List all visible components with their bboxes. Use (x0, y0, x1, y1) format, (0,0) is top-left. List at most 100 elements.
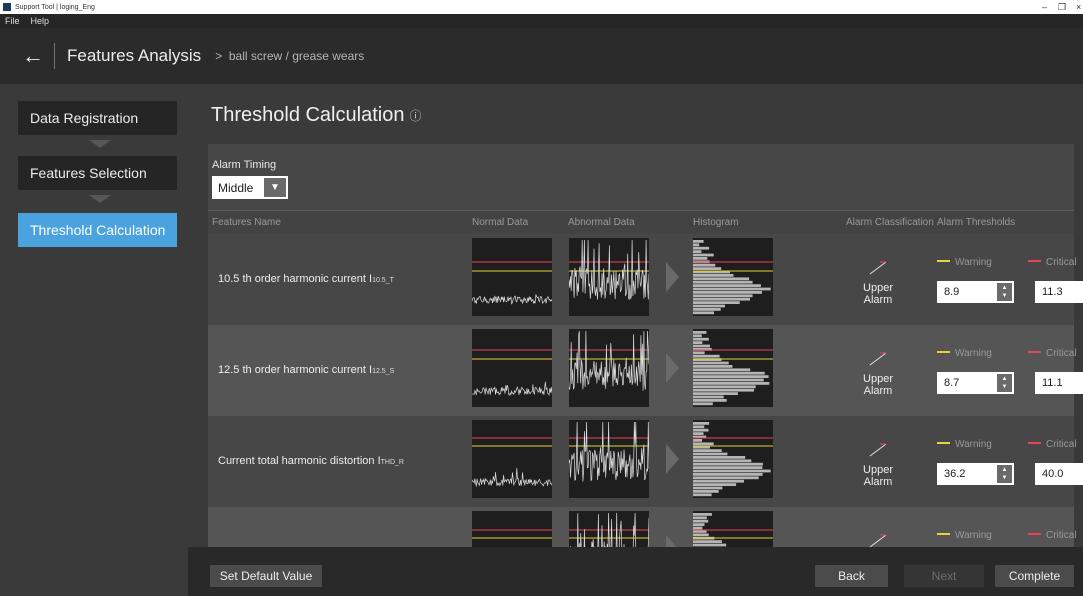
critical-label: Critical (1046, 348, 1077, 359)
feature-name: Current total harmonic distortion ITHD_R (218, 455, 404, 467)
critical-legend: Critical (1028, 439, 1077, 450)
step-data-registration[interactable]: Data Registration (18, 101, 177, 135)
col-alarm-classification: Alarm Classification (846, 217, 934, 228)
next-button: Next (904, 565, 984, 587)
histogram-chart (693, 238, 773, 316)
warning-label: Warning (955, 257, 992, 268)
alarm-classification-label: Upper Alarm (863, 464, 893, 488)
spinner-icon[interactable]: ▲ ▼ (997, 465, 1012, 483)
normal-data-chart (472, 420, 552, 498)
warning-swatch (937, 533, 950, 536)
alarm-classification: Upper Alarm (848, 442, 908, 488)
normal-data-chart (472, 329, 552, 407)
alarm-classification: Upper Alarm (848, 260, 908, 306)
arrow-right-icon (666, 353, 679, 383)
feature-name: 12.5 th order harmonic current I12.5_S (218, 364, 394, 376)
critical-threshold-input[interactable]: 11.3 (1035, 281, 1083, 303)
normal-data-chart (472, 511, 552, 547)
table-row: 10.5 th order harmonic current I10.5_T Up… (208, 234, 1083, 325)
alarm-timing-value: Middle (218, 180, 254, 195)
alarm-classification-label: Upper Alarm (863, 373, 893, 397)
alarm-timing-label: Alarm Timing (212, 159, 277, 171)
histogram-chart (693, 420, 773, 498)
page-title: Features Analysis (67, 46, 202, 65)
menu-help[interactable]: Help (31, 16, 50, 26)
histogram-chart (693, 511, 773, 547)
header-divider (54, 43, 55, 69)
complete-button[interactable]: Complete (995, 565, 1074, 587)
feature-name-text: 10.5 th order harmonic current I (218, 273, 373, 285)
step-features-selection[interactable]: Features Selection (18, 156, 177, 190)
back-button[interactable]: Back (815, 565, 888, 587)
app-icon (3, 3, 11, 11)
feature-name: 10.5 th order harmonic current I10.5_T (218, 273, 394, 285)
threshold-panel: Alarm Timing Middle ▼ Features Name Norm… (208, 144, 1083, 547)
section-title: Threshold Calculation ⓘ (211, 104, 421, 127)
alarm-timing-select[interactable]: Middle ▼ (212, 176, 288, 199)
critical-label: Critical (1046, 530, 1077, 541)
warning-threshold-input[interactable]: 8.7 ▲ ▼ (937, 372, 1014, 394)
critical-swatch (1028, 533, 1041, 536)
warning-threshold-value: 8.7 (944, 377, 960, 389)
spinner-icon[interactable]: ▲ ▼ (997, 283, 1012, 301)
warning-threshold-input[interactable]: 8.9 ▲ ▼ (937, 281, 1014, 303)
col-features-name: Features Name (212, 217, 281, 228)
table-row: 12.5 th order harmonic current I12.5_S Up… (208, 325, 1083, 416)
menu-bar: File Help (0, 14, 1083, 28)
critical-label: Critical (1046, 439, 1077, 450)
section-title-text: Threshold Calculation (211, 104, 405, 126)
set-default-value-button[interactable]: Set Default Value (210, 565, 322, 587)
minimize-icon[interactable]: – (1042, 0, 1047, 14)
col-abnormal-data: Abnormal Data (568, 217, 635, 228)
info-icon[interactable]: ⓘ (409, 109, 421, 123)
critical-threshold-input[interactable]: 40.0 (1035, 463, 1083, 485)
warning-label: Warning (955, 439, 992, 450)
critical-legend: Critical (1028, 348, 1077, 359)
window-titlebar: Support Tool | loging_Eng – ❐ × (0, 0, 1083, 14)
normal-data-chart (472, 238, 552, 316)
menu-file[interactable]: File (5, 16, 20, 26)
upper-alarm-icon (869, 352, 887, 366)
alarm-classification-label: Upper Alarm (863, 282, 893, 306)
abnormal-data-chart (569, 511, 649, 547)
back-arrow-icon[interactable]: ← (22, 45, 44, 67)
abnormal-data-chart (569, 420, 649, 498)
step-arrow-down-icon (89, 195, 111, 203)
breadcrumb-text: ball screw / grease wears (228, 49, 365, 63)
page-header: ← Features Analysis > ball screw / greas… (0, 28, 1083, 84)
main-content: Threshold Calculation ⓘ Alarm Timing Midd… (188, 84, 1083, 547)
critical-swatch (1028, 260, 1041, 263)
critical-legend: Critical (1028, 530, 1077, 541)
abnormal-data-chart (569, 329, 649, 407)
feature-subscript: THD_R (380, 459, 404, 466)
feature-subscript: 12.5_S (372, 368, 395, 375)
warning-swatch (937, 442, 950, 445)
close-icon[interactable]: × (1076, 0, 1081, 14)
footer-bar: Set Default Value Back Next Complete (188, 547, 1083, 596)
warning-threshold-value: 36.2 (944, 468, 966, 480)
table-header: Features Name Normal Data Abnormal Data … (208, 210, 1074, 234)
arrow-right-icon (666, 535, 679, 547)
restore-icon[interactable]: ❐ (1058, 0, 1066, 14)
upper-alarm-icon (869, 534, 887, 547)
critical-label: Critical (1046, 257, 1077, 268)
critical-legend: Critical (1028, 257, 1077, 268)
upper-alarm-icon (869, 261, 887, 275)
col-alarm-thresholds: Alarm Thresholds (937, 217, 1016, 228)
warning-swatch (937, 351, 950, 354)
critical-threshold-input[interactable]: 11.1 (1035, 372, 1083, 394)
spinner-icon[interactable]: ▲ ▼ (997, 374, 1012, 392)
window-title: Support Tool | loging_Eng (15, 3, 95, 11)
warning-legend: Warning (937, 530, 992, 541)
steps-sidebar: Data Registration Features Selection Thr… (0, 84, 188, 596)
upper-alarm-icon (869, 443, 887, 457)
abnormal-data-chart (569, 238, 649, 316)
critical-swatch (1028, 351, 1041, 354)
alarm-classification (848, 533, 908, 547)
warning-threshold-value: 8.9 (944, 286, 960, 298)
warning-threshold-input[interactable]: 36.2 ▲ ▼ (937, 463, 1014, 485)
critical-swatch (1028, 442, 1041, 445)
chevron-down-icon[interactable]: ▼ (264, 178, 286, 197)
arrow-right-icon (666, 262, 679, 292)
step-threshold-calculation[interactable]: Threshold Calculation (18, 213, 177, 247)
